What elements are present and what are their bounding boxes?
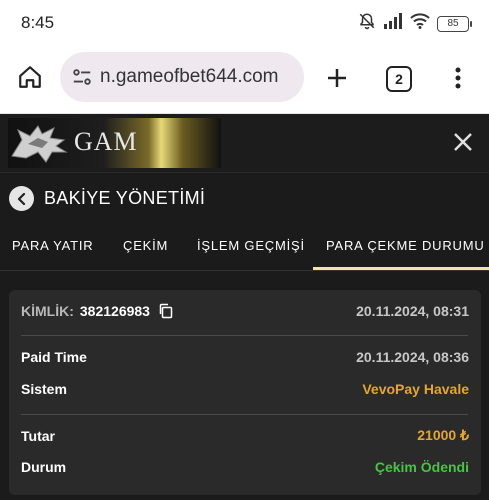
system-value: VevoPay Havale: [362, 381, 469, 397]
page-title: BAKİYE YÖNETİMİ: [44, 188, 206, 208]
signal-icon: [383, 13, 403, 34]
status-badge: Çekim Ödendi: [374, 459, 469, 475]
divider: [21, 414, 468, 415]
amount-label: Tutar: [21, 427, 55, 444]
balance-panel: BAKİYE YÖNETİMİ PARA YATIR ÇEKİM İŞLEM G…: [0, 172, 489, 500]
divider: [21, 335, 468, 336]
browser-toolbar: n.gameofbet644.com 2: [0, 44, 489, 114]
home-button[interactable]: [14, 61, 46, 93]
copy-icon[interactable]: [158, 303, 174, 319]
site-settings-icon[interactable]: [70, 65, 94, 89]
status-icons: 85: [358, 12, 472, 35]
logo-text: GAM: [74, 127, 138, 156]
tabs-button[interactable]: 2: [386, 66, 412, 92]
more-vert-button[interactable]: [446, 61, 470, 95]
amount-row: Tutar 21000 ₺: [21, 427, 469, 444]
tab-bar: PARA YATIR ÇEKİM İŞLEM GEÇMİŞİ PARA ÇEKM…: [0, 231, 489, 271]
status-time: 8:45: [21, 13, 55, 32]
address-bar[interactable]: n.gameofbet644.com: [60, 52, 304, 102]
tab-deposit[interactable]: PARA YATIR: [12, 238, 93, 253]
active-tab-indicator: [313, 267, 489, 270]
system-row: Sistem VevoPay Havale: [21, 381, 469, 397]
new-tab-button[interactable]: [320, 61, 354, 95]
tab-withdraw[interactable]: ÇEKİM: [123, 238, 168, 253]
tab-withdraw-status[interactable]: PARA ÇEKME DURUMU: [326, 238, 485, 253]
site-logo[interactable]: GAM: [8, 118, 221, 168]
bell-muted-icon: [358, 12, 376, 35]
wifi-icon: [410, 13, 430, 34]
created-date: 20.11.2024, 08:31: [356, 303, 469, 319]
close-icon: [454, 133, 472, 151]
system-label: Sistem: [21, 381, 67, 397]
home-icon: [19, 66, 41, 88]
status-row: Durum Çekim Ödendi: [21, 459, 469, 475]
paid-time-row: Paid Time 20.11.2024, 08:36: [21, 349, 469, 365]
status-bar: 8:45 85: [0, 0, 489, 44]
chevron-left-icon: [17, 192, 25, 205]
tab-transaction-history[interactable]: İŞLEM GEÇMİŞİ: [197, 238, 305, 253]
status-label: Durum: [21, 459, 67, 475]
site-header: GAM: [0, 114, 489, 172]
battery-icon: 85: [437, 15, 472, 32]
paid-time-value: 20.11.2024, 08:36: [356, 349, 469, 365]
amount-value: 21000 ₺: [417, 427, 469, 443]
id-value: 382126983: [79, 303, 150, 319]
more-vert-icon: [455, 67, 461, 89]
id-label: KİMLİK:: [21, 303, 74, 319]
url-text: n.gameofbet644.com: [100, 66, 279, 87]
paid-time-label: Paid Time: [21, 349, 87, 365]
id-row: KİMLİK: 382126983 20.11.2024, 08:31: [21, 303, 469, 319]
wolf-logo-icon: [11, 125, 68, 163]
plus-icon: [328, 69, 346, 87]
withdrawal-card: KİMLİK: 382126983 20.11.2024, 08:31 Paid…: [9, 290, 481, 495]
back-button[interactable]: [9, 186, 34, 211]
close-button[interactable]: [450, 129, 476, 155]
